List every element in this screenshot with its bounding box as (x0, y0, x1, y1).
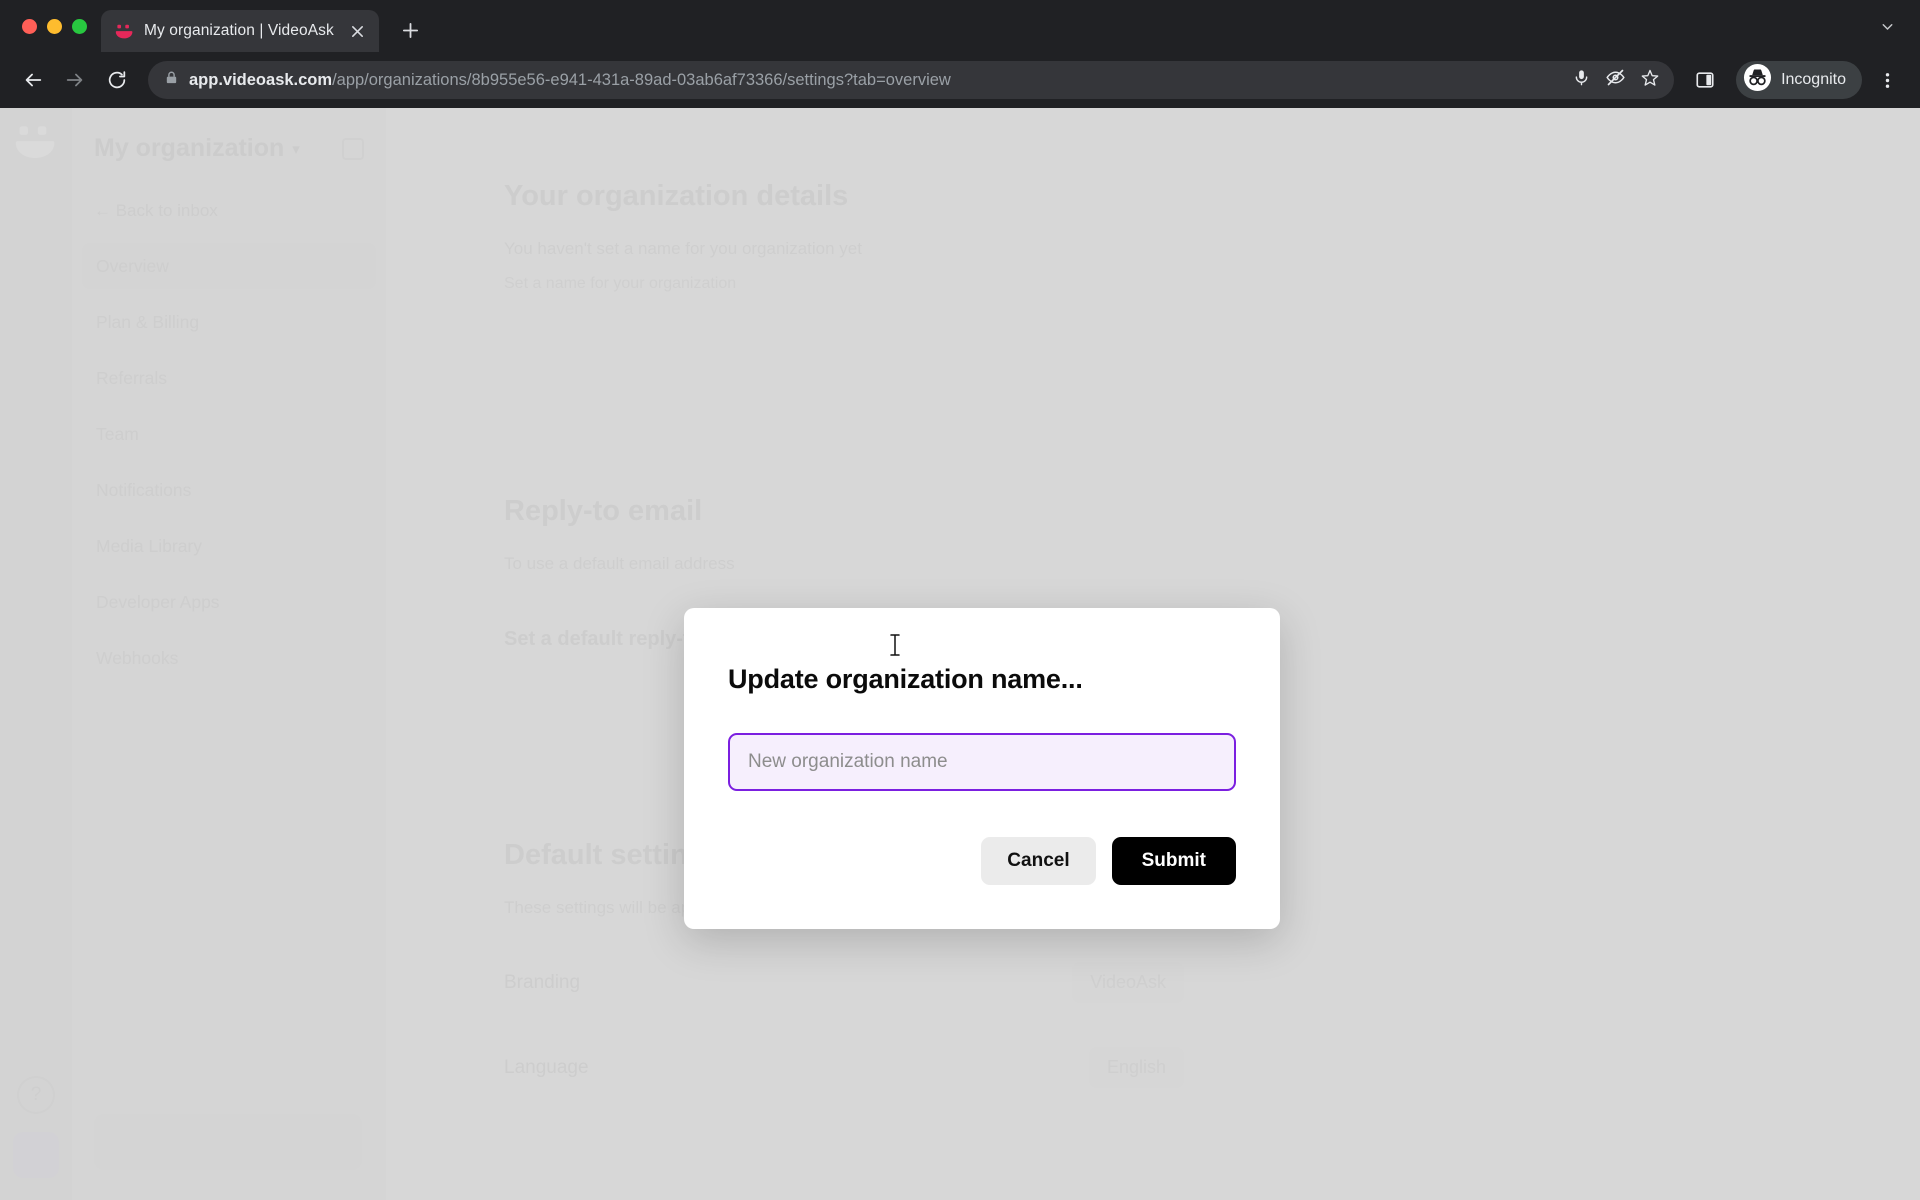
new-tab-button[interactable] (393, 13, 427, 47)
forward-arrow-icon[interactable] (56, 61, 94, 99)
new-organization-name-input[interactable] (728, 733, 1236, 791)
close-window-button[interactable] (22, 18, 37, 34)
url-path: /app/organizations/8b955e56-e941-431a-89… (332, 70, 951, 89)
page-viewport: ? My organization ▾ ← Back to inbox Over… (0, 108, 1920, 1200)
omnibox-actions (1572, 67, 1666, 93)
browser-tab[interactable]: My organization | VideoAsk (101, 10, 379, 52)
tab-title: My organization | VideoAsk (144, 22, 334, 39)
star-icon[interactable] (1640, 68, 1660, 93)
dialog-actions: Cancel Submit (728, 837, 1236, 885)
back-arrow-icon[interactable] (14, 61, 52, 99)
update-organization-name-dialog: Update organization name... Cancel Submi… (684, 608, 1280, 929)
chevron-down-icon (1879, 18, 1896, 40)
reload-icon[interactable] (98, 61, 136, 99)
browser-toolbar: app.videoask.com/app/organizations/8b955… (0, 52, 1920, 108)
toolbar-right-actions: Incognito (1686, 61, 1906, 99)
lock-icon[interactable] (164, 70, 179, 90)
url-text: app.videoask.com/app/organizations/8b955… (189, 71, 951, 90)
window-controls (14, 0, 101, 52)
incognito-label: Incognito (1781, 71, 1846, 88)
dialog-title: Update organization name... (728, 664, 1083, 694)
maximize-window-button[interactable] (72, 18, 87, 34)
three-dot-menu-icon[interactable] (1868, 61, 1906, 99)
submit-button[interactable]: Submit (1111, 837, 1236, 885)
incognito-hat-icon (1743, 63, 1772, 97)
url-host: app.videoask.com (189, 70, 333, 89)
incognito-indicator[interactable]: Incognito (1736, 61, 1862, 99)
address-bar[interactable]: app.videoask.com/app/organizations/8b955… (148, 61, 1675, 99)
minimize-window-button[interactable] (47, 18, 62, 34)
close-icon[interactable] (345, 19, 369, 43)
browser-window: My organization | VideoAsk app.videoask.… (0, 0, 1920, 1200)
tab-search-button[interactable] (1870, 12, 1904, 46)
cancel-button[interactable]: Cancel (981, 837, 1096, 885)
side-panel-icon[interactable] (1686, 61, 1724, 99)
videoask-smiley-icon (115, 22, 134, 41)
text-cursor-icon (889, 633, 901, 657)
tab-strip: My organization | VideoAsk (0, 0, 1920, 52)
eye-slash-icon[interactable] (1605, 67, 1626, 93)
microphone-icon[interactable] (1572, 68, 1591, 92)
